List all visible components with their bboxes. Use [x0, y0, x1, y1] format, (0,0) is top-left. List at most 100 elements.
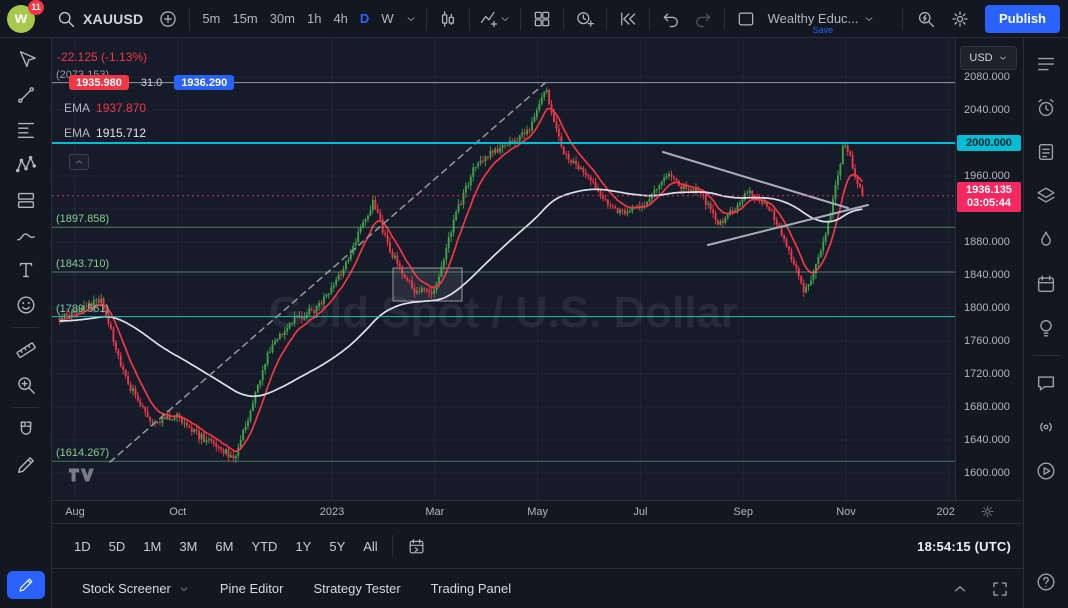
ema2-value: 1915.712 — [96, 126, 146, 140]
timeframe-1h[interactable]: 1h — [301, 6, 327, 31]
indicators-button[interactable] — [476, 4, 514, 34]
text-tool[interactable] — [7, 253, 45, 287]
range-6m[interactable]: 6M — [207, 535, 241, 558]
data-window-panel-button[interactable] — [1029, 135, 1063, 169]
chart-pane[interactable]: Gold Spot / U.S. Dollar -22.125 (-1.13%)… — [52, 38, 955, 500]
undo-button[interactable] — [656, 4, 686, 34]
tab-trading-panel[interactable]: Trading Panel — [421, 575, 521, 602]
timeframe-D[interactable]: D — [354, 6, 375, 31]
tradingview-logo[interactable] — [68, 466, 96, 484]
range-all[interactable]: All — [355, 535, 385, 558]
panel-expand-chevron-icon[interactable] — [951, 580, 969, 598]
layout-square-icon — [736, 9, 756, 29]
drawings-panel-toggle[interactable] — [7, 571, 45, 599]
price-tick: 2040.000 — [964, 104, 1010, 116]
quick-search-icon — [916, 9, 936, 29]
pencil-tool[interactable] — [7, 448, 45, 482]
candles-icon — [438, 9, 458, 29]
range-1d[interactable]: 1D — [66, 535, 99, 558]
cursor-tool[interactable] — [7, 43, 45, 77]
price-high-badge[interactable]: 1936.290 — [174, 75, 234, 90]
price-tick: 1720.000 — [964, 368, 1010, 380]
tab-pine-editor[interactable]: Pine Editor — [210, 575, 294, 602]
play-panel-button[interactable] — [1029, 454, 1063, 488]
range-5d[interactable]: 5D — [101, 535, 134, 558]
chart-style-button[interactable] — [433, 4, 463, 34]
ema-legend-2[interactable]: EMA 1915.712 — [64, 126, 234, 140]
timeframe-W[interactable]: W — [375, 6, 399, 31]
calendar-panel-button[interactable] — [1029, 267, 1063, 301]
range-1y[interactable]: 1Y — [287, 535, 319, 558]
user-menu-button[interactable]: w 11 — [6, 4, 42, 34]
fib-retracement-tool[interactable] — [7, 113, 45, 147]
long-position-tool[interactable] — [7, 183, 45, 217]
ema2-label: EMA — [64, 126, 90, 140]
price-low-badge[interactable]: 1935.980 — [69, 75, 129, 90]
hotlists-panel-button[interactable] — [1029, 223, 1063, 257]
range-ytd[interactable]: YTD — [243, 535, 285, 558]
price-axis[interactable]: USD 2000.000 1936.135 03:05:44 2080.0002… — [955, 38, 1023, 500]
redo-button[interactable] — [688, 4, 718, 34]
trading-app: w 11 XAUUSD 5m15m30m1h4hDW Wealthy Educ.… — [0, 0, 1068, 608]
alert-button[interactable] — [570, 4, 600, 34]
range-1m[interactable]: 1M — [135, 535, 169, 558]
current-price-value: 1936.135 — [957, 184, 1021, 197]
divider — [469, 8, 470, 30]
timezone-settings-icon[interactable] — [980, 504, 995, 519]
divider — [606, 8, 607, 30]
go-to-date-icon[interactable] — [407, 537, 426, 556]
date-range-bar: 1D5D1M3M6MYTD1Y5YAll 18:54:15 (UTC) — [52, 523, 1023, 568]
range-3m[interactable]: 3M — [171, 535, 205, 558]
legend-collapse-button[interactable] — [69, 154, 89, 170]
tab-stock-screener[interactable]: Stock Screener — [72, 575, 200, 602]
streams-panel-button[interactable] — [1029, 410, 1063, 444]
time-tick: 2023 — [320, 506, 344, 518]
object-tree-panel-button[interactable] — [1029, 179, 1063, 213]
redo-icon — [693, 9, 713, 29]
ema-legend-1[interactable]: EMA1937.870 — [64, 101, 234, 115]
settings-button[interactable] — [945, 4, 975, 34]
tab-strategy-tester[interactable]: Strategy Tester — [303, 575, 410, 602]
divider — [563, 8, 564, 30]
tab-label: Pine Editor — [220, 581, 284, 596]
chat-panel-button[interactable] — [1029, 366, 1063, 400]
watchlist-panel-button[interactable] — [1029, 47, 1063, 81]
divider — [13, 327, 39, 328]
timeframe-dropdown-button[interactable] — [402, 4, 420, 34]
indicators-icon — [479, 9, 499, 29]
ruler-tool[interactable] — [7, 333, 45, 367]
timeframe-30m[interactable]: 30m — [264, 6, 301, 31]
layout-grid-button[interactable] — [527, 4, 557, 34]
trend-line-tool[interactable] — [7, 78, 45, 112]
bar-replay-button[interactable] — [613, 4, 643, 34]
alerts-panel-button[interactable] — [1029, 91, 1063, 125]
timeframe-5m[interactable]: 5m — [196, 6, 226, 31]
xabcd-pattern-tool[interactable] — [7, 148, 45, 182]
change-value: -22.125 (-1.13%) — [57, 50, 234, 64]
layout-template-button[interactable] — [731, 4, 761, 34]
top-toolbar: w 11 XAUUSD 5m15m30m1h4hDW Wealthy Educ.… — [0, 0, 1068, 38]
zoom-tool[interactable] — [7, 368, 45, 402]
save-hint[interactable]: Save — [813, 25, 834, 35]
range-5y[interactable]: 5Y — [321, 535, 353, 558]
compare-add-button[interactable] — [153, 4, 183, 34]
ema1-value: 1937.870 — [96, 101, 146, 115]
magnet-tool[interactable] — [7, 413, 45, 447]
time-tick: Sep — [733, 506, 753, 518]
emoji-tool[interactable] — [7, 288, 45, 322]
layout-name-button[interactable]: Wealthy Educ... Save — [763, 4, 881, 34]
time-axis[interactable]: AugOct2023MarMayJulSepNov2024 — [52, 500, 1023, 523]
topbar-right-cluster: Publish — [898, 4, 1060, 34]
timeframe-4h[interactable]: 4h — [327, 6, 353, 31]
publish-button[interactable]: Publish — [985, 5, 1060, 33]
help-button[interactable] — [1029, 565, 1063, 599]
brush-tool[interactable] — [7, 218, 45, 252]
price-tick: 1760.000 — [964, 335, 1010, 347]
price-tick: 1960.000 — [964, 170, 1010, 182]
ideas-panel-button[interactable] — [1029, 311, 1063, 345]
quick-search-button[interactable] — [911, 4, 941, 34]
currency-dropdown[interactable]: USD — [960, 46, 1017, 70]
timeframe-15m[interactable]: 15m — [226, 6, 263, 31]
symbol-search[interactable]: XAUUSD — [48, 5, 151, 33]
panel-maximize-icon[interactable] — [991, 580, 1009, 598]
